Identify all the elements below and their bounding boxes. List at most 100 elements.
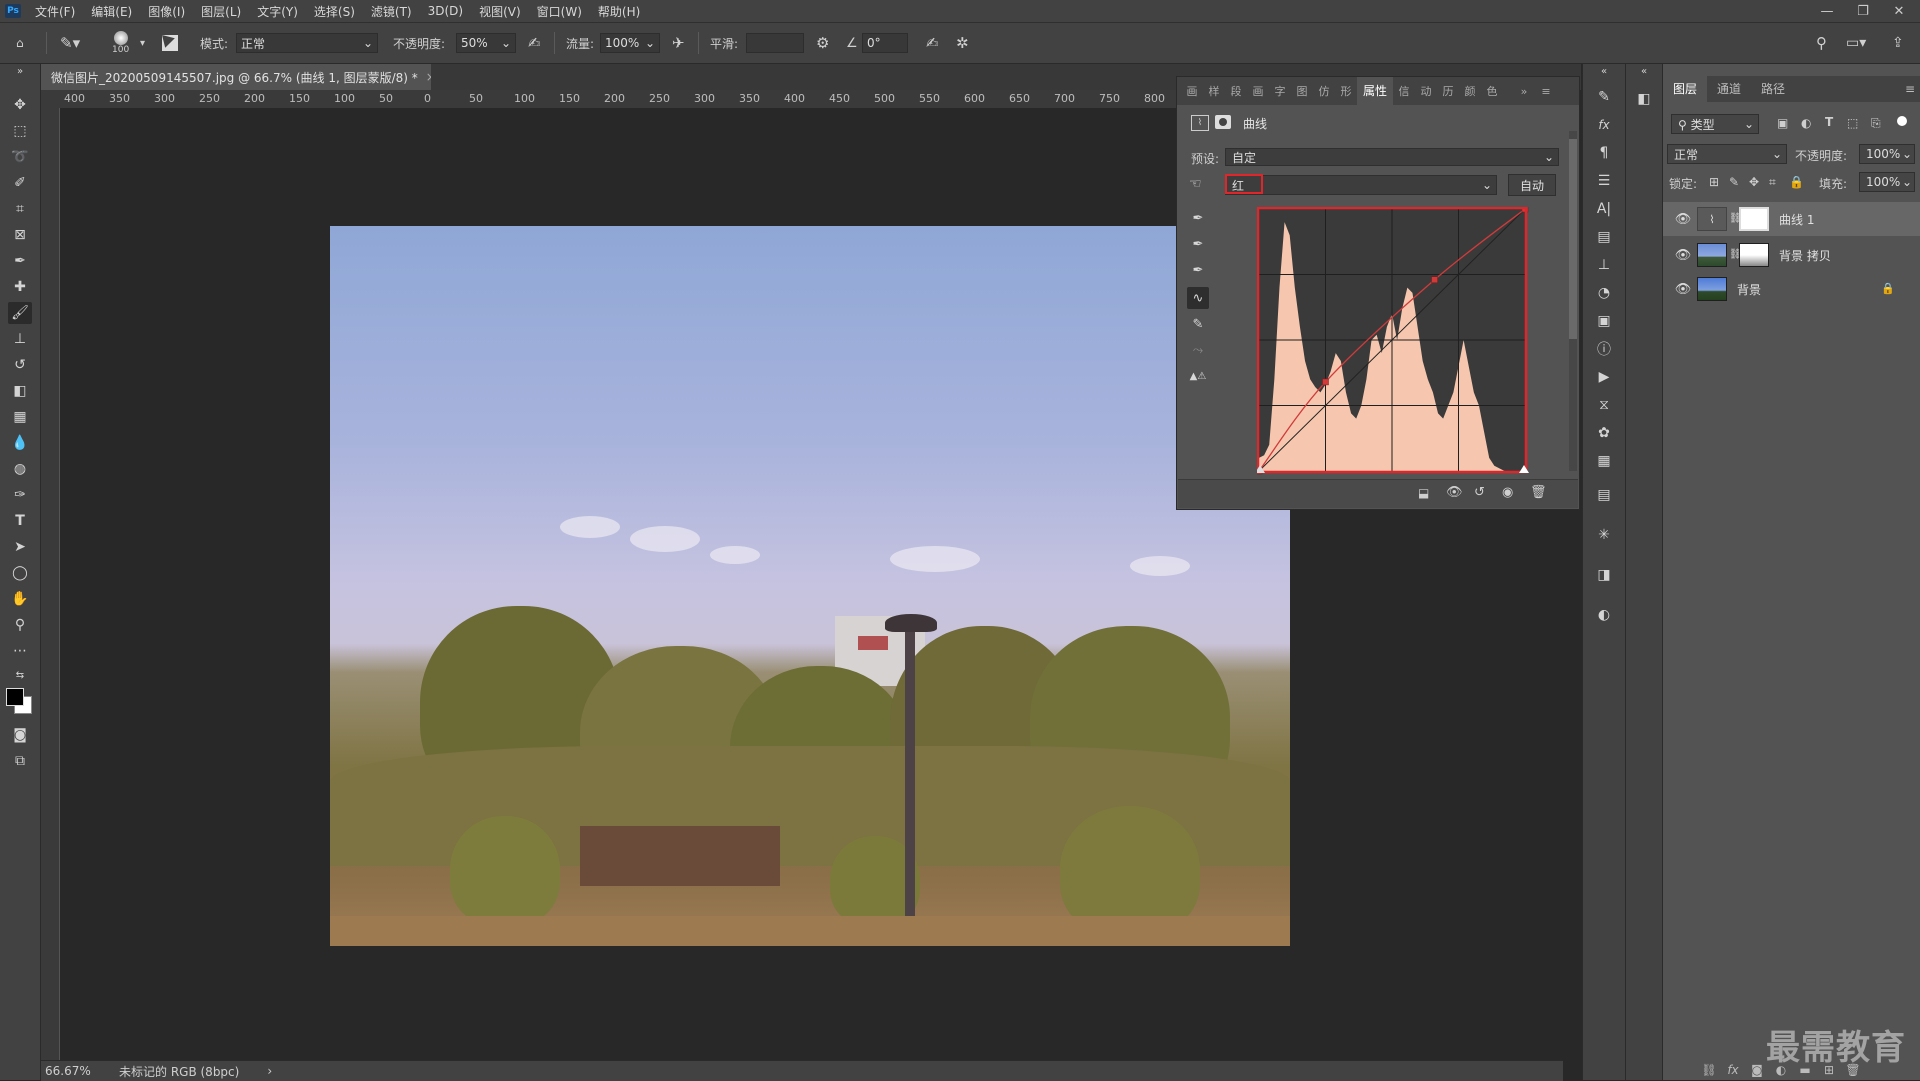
- filter-pixel-icon[interactable]: ▣: [1777, 116, 1788, 130]
- menu-file[interactable]: 文件(F): [27, 3, 83, 20]
- lock-artboard-icon[interactable]: ⌗: [1769, 175, 1776, 190]
- blur-tool-icon[interactable]: 💧: [8, 432, 32, 454]
- layer-item-background[interactable]: 👁 背景 🔒: [1663, 272, 1920, 306]
- gray-point-eyedropper-icon[interactable]: ✒: [1187, 233, 1209, 255]
- panel-menu-icon[interactable]: ≡: [1895, 76, 1920, 102]
- tab-collapsed-8[interactable]: 信: [1393, 83, 1415, 99]
- screen-mode-icon[interactable]: ⧉: [8, 750, 32, 772]
- eraser-tool-icon[interactable]: ◧: [8, 380, 32, 402]
- character-panel-icon[interactable]: A|: [1593, 198, 1615, 220]
- adjustments-panel-icon[interactable]: ◐: [1593, 604, 1615, 626]
- tab-channels[interactable]: 通道: [1707, 76, 1751, 102]
- angle-input[interactable]: 0°: [862, 33, 908, 53]
- styles-panel-icon[interactable]: fx: [1593, 114, 1615, 136]
- more-tools-icon[interactable]: ⋯: [8, 640, 32, 662]
- marquee-tool-icon[interactable]: ⬚: [8, 120, 32, 142]
- brush-tool-icon[interactable]: 🖌: [8, 302, 32, 324]
- layer-item-background-copy[interactable]: 👁 ⛓ 背景 拷贝: [1663, 238, 1920, 272]
- add-mask-icon[interactable]: ◙: [1747, 1060, 1767, 1080]
- trash-icon[interactable]: 🗑: [1530, 485, 1547, 500]
- filter-adjustment-icon[interactable]: ◐: [1801, 116, 1811, 130]
- white-point-eyedropper-icon[interactable]: ✒: [1187, 259, 1209, 281]
- chevron-down-icon[interactable]: ▾: [140, 23, 145, 63]
- curve-point[interactable]: [1431, 276, 1438, 283]
- tab-collapsed-10[interactable]: 历: [1437, 83, 1459, 99]
- tab-properties[interactable]: 属性: [1357, 77, 1393, 105]
- menu-3d[interactable]: 3D(D): [420, 4, 471, 18]
- 3d-panel-icon[interactable]: ✳: [1593, 524, 1615, 546]
- fill-input[interactable]: 100% ⌄: [1859, 172, 1915, 192]
- filter-type-icon[interactable]: T: [1825, 115, 1833, 129]
- eye-icon[interactable]: 👁: [1675, 281, 1692, 297]
- restore-button[interactable]: ❐: [1846, 0, 1880, 22]
- on-image-adjust-icon[interactable]: ☜: [1189, 176, 1202, 192]
- tab-paths[interactable]: 路径: [1751, 76, 1795, 102]
- dodge-tool-icon[interactable]: ◍: [8, 458, 32, 480]
- home-icon[interactable]: ⌂: [16, 23, 24, 63]
- flow-input[interactable]: 100% ⌄: [600, 33, 660, 53]
- view-previous-state-icon[interactable]: 👁: [1446, 485, 1463, 500]
- preset-select[interactable]: 自定 ⌄: [1225, 148, 1559, 166]
- menu-edit[interactable]: 编辑(E): [83, 3, 140, 20]
- brush-size-picker[interactable]: 100: [112, 23, 129, 63]
- brush-settings-icon[interactable]: [162, 23, 178, 63]
- layer-filter-select[interactable]: ⚲ 类型 ⌄: [1671, 114, 1759, 134]
- notes-panel-icon[interactable]: ▤: [1593, 484, 1615, 506]
- swatches-icon[interactable]: ▦: [1593, 450, 1615, 472]
- minimize-button[interactable]: —: [1810, 0, 1844, 22]
- filter-smart-object-icon[interactable]: ⎘: [1871, 116, 1881, 131]
- lock-transparent-icon[interactable]: ⊞: [1709, 175, 1719, 189]
- gear-icon[interactable]: ⚙: [816, 23, 829, 63]
- menu-layer[interactable]: 图层(L): [193, 3, 249, 20]
- search-icon[interactable]: ⚲: [1816, 23, 1827, 63]
- frame-tool-icon[interactable]: ⊠: [8, 224, 32, 246]
- brush-panel-icon[interactable]: ✎: [1593, 86, 1615, 108]
- collapse-icon[interactable]: »: [8, 64, 32, 78]
- close-window-button[interactable]: ✕: [1882, 0, 1916, 22]
- reset-icon[interactable]: ↺: [1474, 485, 1485, 500]
- symmetry-icon[interactable]: ✲: [956, 23, 969, 63]
- share-icon[interactable]: ⇪: [1892, 23, 1904, 63]
- clone-source-icon[interactable]: ⊥: [1593, 254, 1615, 276]
- channel-select[interactable]: 红 ⌄: [1225, 175, 1497, 195]
- toggle-visibility-icon[interactable]: ◉: [1502, 485, 1513, 500]
- layer-item-curves[interactable]: 👁 ⌇ ⛓ 曲线 1: [1663, 202, 1920, 236]
- properties-scrollbar[interactable]: [1569, 131, 1577, 471]
- adjustments-slider-icon[interactable]: ☰: [1593, 170, 1615, 192]
- tab-collapsed-1[interactable]: 样: [1203, 83, 1225, 99]
- dock-panel-icon[interactable]: ◧: [1633, 88, 1655, 110]
- document-tab[interactable]: 微信图片_20200509145507.jpg @ 66.7% (曲线 1, 图…: [41, 64, 436, 90]
- history-brush-tool-icon[interactable]: ↺: [8, 354, 32, 376]
- tab-collapsed-4[interactable]: 字: [1269, 83, 1291, 99]
- history-panel-icon[interactable]: ⧖: [1593, 394, 1615, 416]
- crop-tool-icon[interactable]: ⌗: [8, 198, 32, 220]
- collapse-icon[interactable]: «: [1593, 64, 1615, 78]
- healing-brush-tool-icon[interactable]: ✚: [8, 276, 32, 298]
- tab-collapsed-12[interactable]: 色: [1481, 83, 1503, 99]
- menu-filter[interactable]: 滤镜(T): [363, 3, 420, 20]
- properties-panel-icon[interactable]: ▣: [1593, 310, 1615, 332]
- info-icon[interactable]: ⓘ: [1593, 338, 1615, 360]
- lasso-tool-icon[interactable]: ➰: [8, 146, 32, 168]
- smoothing-input[interactable]: [746, 33, 804, 53]
- link-layers-icon[interactable]: ⛓: [1699, 1060, 1719, 1080]
- pressure-size-icon[interactable]: ✍: [926, 23, 939, 63]
- path-select-tool-icon[interactable]: ➤: [8, 536, 32, 558]
- hand-tool-icon[interactable]: ✋: [8, 588, 32, 610]
- panel-expand-icon[interactable]: »: [1513, 85, 1535, 98]
- actions-play-icon[interactable]: ▶: [1593, 366, 1615, 388]
- quick-select-tool-icon[interactable]: ✐: [8, 172, 32, 194]
- smooth-curve-icon[interactable]: ⤳: [1187, 339, 1209, 361]
- move-tool-icon[interactable]: ✥: [8, 94, 32, 116]
- pen-tool-icon[interactable]: ✑: [8, 484, 32, 506]
- tab-collapsed-3[interactable]: 画: [1247, 83, 1269, 99]
- foreground-color-swatch[interactable]: [6, 688, 24, 706]
- add-style-icon[interactable]: fx: [1723, 1060, 1743, 1080]
- mask-icon[interactable]: [1215, 115, 1231, 129]
- status-menu-arrow[interactable]: ›: [267, 1064, 272, 1078]
- tab-collapsed-11[interactable]: 颜: [1459, 83, 1481, 99]
- clone-stamp-tool-icon[interactable]: ⊥: [8, 328, 32, 350]
- curve-point[interactable]: [1322, 378, 1329, 386]
- curves-graph[interactable]: [1257, 207, 1557, 475]
- tab-collapsed-7[interactable]: 形: [1335, 83, 1357, 99]
